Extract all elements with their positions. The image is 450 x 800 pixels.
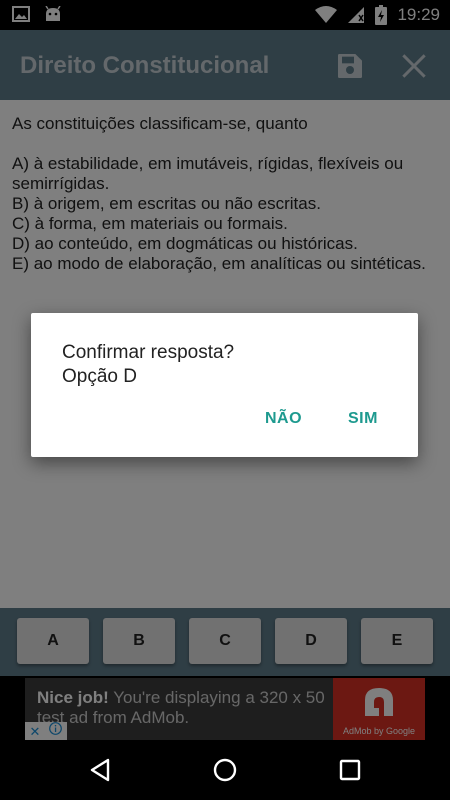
app-toolbar: Direito Constitucional <box>0 30 450 100</box>
signal-icon <box>347 6 365 24</box>
option-c-text: C) à forma, em materiais ou formais. <box>12 214 288 233</box>
battery-charging-icon <box>375 5 388 25</box>
option-b-text: B) à origem, em escritas ou não escritas… <box>12 194 321 213</box>
answer-bar: A B C D E <box>0 608 450 676</box>
ad-close-icon[interactable]: ✕ <box>30 725 41 738</box>
page-title: Direito Constitucional <box>20 52 270 79</box>
ad-info-icon[interactable] <box>49 722 63 740</box>
admob-caption: AdMob by Google <box>342 726 416 736</box>
admob-a-icon <box>365 688 393 716</box>
dialog-question: Confirmar resposta? <box>62 342 235 363</box>
close-icon[interactable] <box>398 50 430 82</box>
option-e-text: E) ao modo de elaboração, em analíticas … <box>12 254 426 273</box>
answer-button-e[interactable]: E <box>361 618 433 664</box>
no-button[interactable]: NÃO <box>265 410 302 428</box>
answer-button-b[interactable]: B <box>103 618 175 664</box>
answer-button-a[interactable]: A <box>17 618 89 664</box>
wifi-icon <box>315 6 338 24</box>
image-icon <box>12 6 30 22</box>
save-icon[interactable] <box>334 50 366 82</box>
answer-button-c[interactable]: C <box>189 618 261 664</box>
option-d-text: D) ao conteúdo, em dogmáticas ou históri… <box>12 234 358 253</box>
recents-icon[interactable] <box>336 756 364 784</box>
status-bar: 19:29 <box>0 0 450 30</box>
admob-logo: AdMob by Google <box>333 678 425 740</box>
ad-text: Nice job! You're displaying a 320 x 50 t… <box>37 688 337 728</box>
answer-button-d[interactable]: D <box>275 618 347 664</box>
ad-choices[interactable]: ✕ <box>25 722 67 740</box>
ad-headline: Nice job! <box>37 688 109 707</box>
ad-banner[interactable]: Nice job! You're displaying a 320 x 50 t… <box>25 678 425 740</box>
dialog-message: Confirmar resposta? Opção D <box>62 341 234 389</box>
dialog-selected-option: Opção D <box>62 366 137 387</box>
android-icon <box>44 6 62 22</box>
home-icon[interactable] <box>211 756 239 784</box>
system-nav-bar <box>0 740 450 800</box>
option-a-text: A) à estabilidade, em imutáveis, rígidas… <box>12 154 404 193</box>
confirm-dialog: Confirmar resposta? Opção D NÃO SIM <box>31 313 418 457</box>
clock-text: 19:29 <box>397 5 440 24</box>
yes-button[interactable]: SIM <box>348 410 378 428</box>
question-prompt: As constituições classificam-se, quanto <box>12 114 308 133</box>
back-icon[interactable] <box>86 756 114 784</box>
